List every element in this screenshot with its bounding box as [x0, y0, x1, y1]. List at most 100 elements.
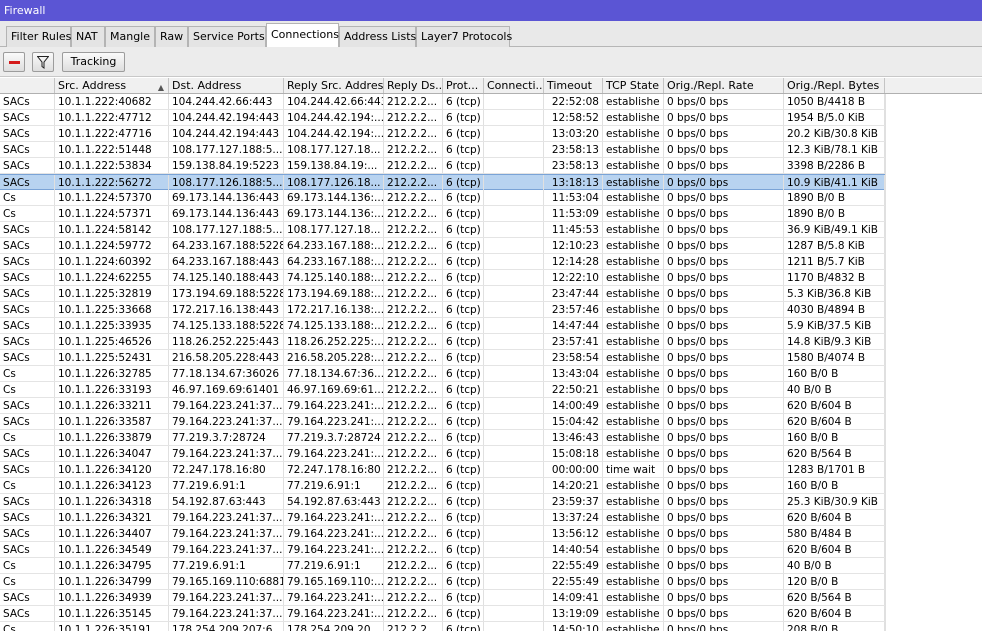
cell-src-address: 10.1.1.226:34123 [55, 478, 169, 493]
column-header-reply-src-address[interactable]: Reply Src. Address [284, 78, 384, 93]
cell-reply-dst-address: 212.2.2... [384, 526, 443, 541]
table-row[interactable]: SACs 10.1.1.224:58142 108.177.127.188:5...… [0, 222, 885, 238]
cell-connection-mark [484, 606, 544, 621]
cell-reply-dst-address: 212.2.2... [384, 430, 443, 445]
tab-layer7-protocols[interactable]: Layer7 Protocols [416, 26, 512, 47]
column-header-protocol[interactable]: Prot... [443, 78, 484, 93]
filter-button[interactable] [32, 52, 54, 72]
tab-mangle[interactable]: Mangle [105, 26, 155, 47]
tab-filter-rules[interactable]: Filter Rules [6, 26, 71, 47]
table-row[interactable]: Cs 10.1.1.224:57371 69.173.144.136:443 69.1… [0, 206, 885, 222]
cell-dst-address: 159.138.84.19:5223 [169, 158, 284, 173]
cell-connection-mark [484, 430, 544, 445]
table-row[interactable]: SACs 10.1.1.226:34047 79.164.223.241:37...… [0, 446, 885, 462]
cell-protocol: 6 (tcp) [443, 494, 484, 509]
cell-comment: SACs [0, 126, 55, 141]
table-row[interactable]: SACs 10.1.1.222:40682 104.244.42.66:443 104… [0, 94, 885, 110]
table-row[interactable]: SACs 10.1.1.224:62255 74.125.140.188:443 74… [0, 270, 885, 286]
table-row[interactable]: SACs 10.1.1.225:33668 172.217.16.138:443 17… [0, 302, 885, 318]
cell-reply-src-address: 79.164.223.241:... [284, 606, 384, 621]
cell-comment: SACs [0, 526, 55, 541]
table-row[interactable]: SACs 10.1.1.225:32819 173.194.69.188:5228 1… [0, 286, 885, 302]
cell-dst-address: 77.18.134.67:36026 [169, 366, 284, 381]
cell-reply-src-address: 77.18.134.67:36... [284, 366, 384, 381]
tab-service-ports[interactable]: Service Ports [188, 26, 266, 47]
column-header-tcp-state[interactable]: TCP State [603, 78, 664, 93]
cell-dst-address: 74.125.133.188:5228 [169, 318, 284, 333]
cell-tcp-state: establishe [603, 158, 664, 173]
tab-connections[interactable]: Connections [266, 23, 339, 47]
table-row[interactable]: SACs 10.1.1.226:33211 79.164.223.241:37...… [0, 398, 885, 414]
table-row[interactable]: SACs 10.1.1.222:56272 108.177.126.188:5...… [0, 174, 885, 190]
cell-connection-mark [484, 254, 544, 269]
table-row[interactable]: SACs 10.1.1.225:52431 216.58.205.228:443 21… [0, 350, 885, 366]
cell-bytes: 208 B/0 B [784, 622, 885, 631]
cell-reply-src-address: 104.244.42.194:... [284, 126, 384, 141]
table-row[interactable]: SACs 10.1.1.226:34318 54.192.87.63:443 54.1… [0, 494, 885, 510]
table-row[interactable]: Cs 10.1.1.226:34799 79.165.169.110:6881 79.… [0, 574, 885, 590]
column-header-timeout[interactable]: Timeout [544, 78, 603, 93]
table-row[interactable]: Cs 10.1.1.226:35191 178.254.209.207:6... 17… [0, 622, 885, 631]
table-row[interactable]: SACs 10.1.1.224:60392 64.233.167.188:443 64… [0, 254, 885, 270]
table-row[interactable]: SACs 10.1.1.226:33587 79.164.223.241:37...… [0, 414, 885, 430]
table-row[interactable]: SACs 10.1.1.225:33935 74.125.133.188:5228 7… [0, 318, 885, 334]
tab-nat[interactable]: NAT [71, 26, 105, 47]
table-row[interactable]: SACs 10.1.1.222:51448 108.177.127.188:5...… [0, 142, 885, 158]
cell-tcp-state: establishe [603, 334, 664, 349]
column-header-dst-address[interactable]: Dst. Address [169, 78, 284, 93]
table-row[interactable]: SACs 10.1.1.226:34939 79.164.223.241:37...… [0, 590, 885, 606]
cell-src-address: 10.1.1.222:51448 [55, 142, 169, 157]
table-row[interactable]: Cs 10.1.1.226:34123 77.219.6.91:1 77.219.6.… [0, 478, 885, 494]
table-row[interactable]: SACs 10.1.1.224:59772 64.233.167.188:5228 6… [0, 238, 885, 254]
cell-bytes: 1283 B/1701 B [784, 462, 885, 477]
tab-raw[interactable]: Raw [155, 26, 188, 47]
table-row[interactable]: SACs 10.1.1.222:47712 104.244.42.194:443 10… [0, 110, 885, 126]
table-row[interactable]: Cs 10.1.1.224:57370 69.173.144.136:443 69.1… [0, 190, 885, 206]
table-row[interactable]: Cs 10.1.1.226:32785 77.18.134.67:36026 77.1… [0, 366, 885, 382]
table-row[interactable]: SACs 10.1.1.226:34120 72.247.178.16:80 72.2… [0, 462, 885, 478]
table-row[interactable]: Cs 10.1.1.226:34795 77.219.6.91:1 77.219.6.… [0, 558, 885, 574]
cell-rate: 0 bps/0 bps [664, 318, 784, 333]
cell-reply-dst-address: 212.2.2... [384, 606, 443, 621]
remove-button[interactable] [3, 52, 25, 72]
cell-bytes: 25.3 KiB/30.9 KiB [784, 494, 885, 509]
cell-reply-dst-address: 212.2.2... [384, 190, 443, 205]
cell-dst-address: 64.233.167.188:443 [169, 254, 284, 269]
cell-src-address: 10.1.1.226:35145 [55, 606, 169, 621]
tab-address-lists[interactable]: Address Lists [339, 26, 416, 47]
table-row[interactable]: SACs 10.1.1.226:35145 79.164.223.241:37...… [0, 606, 885, 622]
cell-rate: 0 bps/0 bps [664, 126, 784, 141]
column-header-reply-dst-address[interactable]: Reply Ds... [384, 78, 443, 93]
cell-protocol: 6 (tcp) [443, 366, 484, 381]
cell-src-address: 10.1.1.222:47716 [55, 126, 169, 141]
table-row[interactable]: SACs 10.1.1.226:34321 79.164.223.241:37...… [0, 510, 885, 526]
table-row[interactable]: SACs 10.1.1.222:47716 104.244.42.194:443 10… [0, 126, 885, 142]
column-header-rate[interactable]: Orig./Repl. Rate [664, 78, 784, 93]
cell-protocol: 6 (tcp) [443, 334, 484, 349]
table-row[interactable]: Cs 10.1.1.226:33879 77.219.3.7:28724 77.219… [0, 430, 885, 446]
cell-src-address: 10.1.1.224:57370 [55, 190, 169, 205]
column-header-connection-mark[interactable]: Connecti... [484, 78, 544, 93]
table-row[interactable]: Cs 10.1.1.226:33193 46.97.169.69:61401 46.9… [0, 382, 885, 398]
table-row[interactable]: SACs 10.1.1.226:34549 79.164.223.241:37...… [0, 542, 885, 558]
column-header-bytes[interactable]: Orig./Repl. Bytes [784, 78, 885, 93]
cell-src-address: 10.1.1.225:33668 [55, 302, 169, 317]
table-row[interactable]: SACs 10.1.1.222:53834 159.138.84.19:5223 15… [0, 158, 885, 174]
cell-timeout: 14:00:49 [544, 398, 603, 413]
cell-connection-mark [484, 558, 544, 573]
table-row[interactable]: SACs 10.1.1.225:46526 118.26.252.225:443 11… [0, 334, 885, 350]
cell-tcp-state: establishe [603, 270, 664, 285]
cell-tcp-state: establishe [603, 110, 664, 125]
cell-connection-mark [484, 366, 544, 381]
cell-rate: 0 bps/0 bps [664, 590, 784, 605]
cell-bytes: 160 B/0 B [784, 430, 885, 445]
cell-src-address: 10.1.1.225:52431 [55, 350, 169, 365]
cell-timeout: 13:37:24 [544, 510, 603, 525]
column-header-comment[interactable] [0, 78, 55, 93]
cell-timeout: 13:43:04 [544, 366, 603, 381]
table-row[interactable]: SACs 10.1.1.226:34407 79.164.223.241:37...… [0, 526, 885, 542]
tracking-button[interactable]: Tracking [62, 52, 125, 72]
column-header-src-address[interactable]: Src. Address ▲ [55, 78, 169, 93]
cell-reply-dst-address: 212.2.2... [384, 94, 443, 109]
cell-connection-mark [484, 158, 544, 173]
